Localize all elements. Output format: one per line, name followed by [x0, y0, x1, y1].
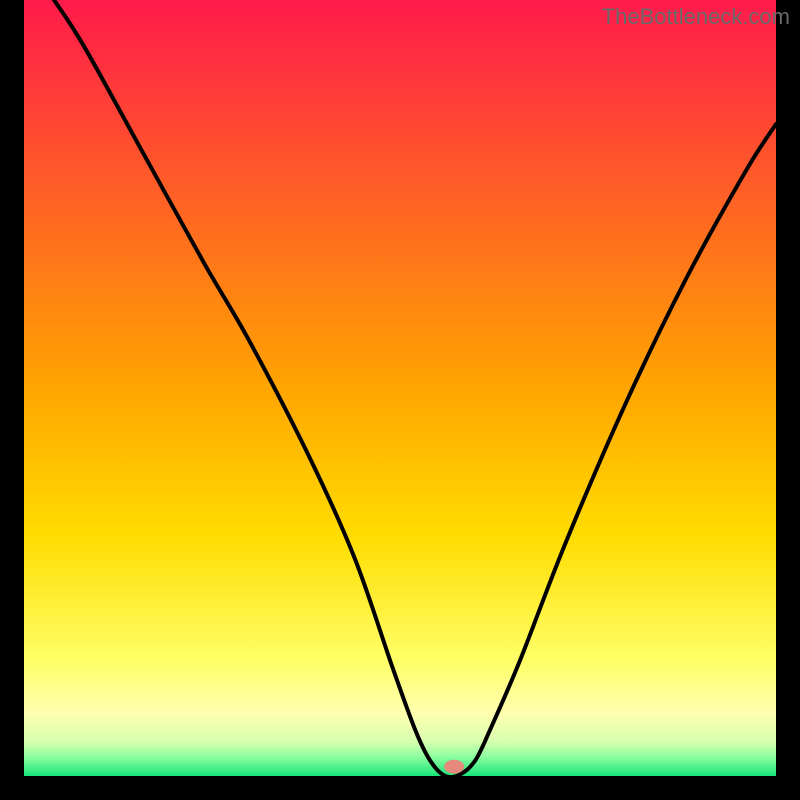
attribution-text: TheBottleneck.com: [602, 4, 790, 30]
optimum-marker: [444, 760, 464, 774]
bottleneck-chart: TheBottleneck.com: [0, 0, 800, 800]
plot-background: [24, 0, 776, 776]
axis-bottom: [0, 776, 800, 800]
axis-left: [0, 0, 24, 800]
chart-svg: [0, 0, 800, 800]
axis-right: [776, 0, 800, 800]
